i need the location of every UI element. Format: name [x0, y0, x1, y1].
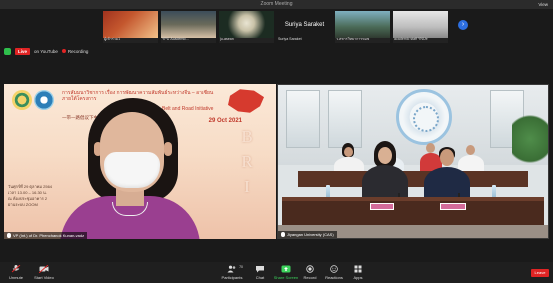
participants-icon: [227, 265, 236, 273]
partner-logo-icon: [34, 90, 54, 110]
video-off-icon: [39, 265, 49, 273]
apps-icon: [354, 265, 362, 273]
person-body: [362, 165, 408, 199]
recording-label: Recording: [67, 48, 89, 54]
record-icon: [306, 265, 314, 273]
participant-video[interactable]: Jiyangan University (CAS): [277, 84, 549, 239]
unmute-button[interactable]: Unmute: [2, 265, 30, 280]
speaker-ear: [164, 142, 172, 156]
thumbnail-image: [393, 11, 448, 38]
reactions-label: Reactions: [325, 275, 343, 280]
record-label: Record: [303, 275, 317, 280]
belt-road-label: Belt and Road Initiative: [162, 106, 214, 112]
start-video-label: Start Video: [34, 275, 54, 280]
unmute-label: Unmute: [8, 275, 23, 280]
nameplate: [370, 203, 394, 210]
thumbnail-image: [335, 11, 390, 38]
participants-label: Participants: [221, 275, 243, 280]
thumbnail-name: ju-asean: [220, 37, 234, 41]
thumbnail-image: [219, 11, 274, 38]
person-body: [424, 167, 470, 199]
participant-name: Jiyangan University (CAS): [287, 232, 334, 237]
view-button[interactable]: View: [538, 2, 548, 7]
thumbnail-image: [161, 11, 216, 38]
room-plant: [512, 115, 548, 175]
room-window: [286, 90, 320, 148]
reactions-icon: [330, 265, 338, 273]
gallery-strip: ผู้เข้าร่วม1 YPU Academic... ju-asean Su…: [102, 10, 454, 44]
wall-logo-icon: [396, 89, 452, 145]
participants-button[interactable]: 70 Participants: [218, 265, 246, 280]
window-title: Zoom Meeting: [260, 1, 293, 7]
thumbnail-name: YPU Academic...: [162, 37, 189, 41]
chat-label: Chat: [255, 275, 265, 280]
bri-letter: R: [241, 152, 253, 171]
mic-icon: [7, 233, 11, 238]
room-window: [328, 90, 362, 148]
participant-thumbnail[interactable]: ว.สชารวิทยาการขอข: [334, 10, 391, 44]
thumbnail-name: Suriya Saraket: [278, 37, 302, 41]
leave-button[interactable]: Leave: [531, 269, 549, 277]
window-titlebar: Zoom Meeting View: [0, 0, 553, 9]
live-badge[interactable]: Live: [15, 47, 31, 55]
encryption-shield-icon[interactable]: [4, 47, 11, 55]
participant-name-tag: Jiyangan University (CAS): [278, 231, 337, 238]
gallery-next-button[interactable]: ›: [458, 20, 468, 30]
person-head: [344, 147, 353, 157]
thumbnail-name-display: Suriya Saraket: [277, 11, 332, 38]
thumbnail-name: ว.สชารวิทยาการขอข: [336, 37, 370, 41]
thumbnail-name: ผู้เข้าร่วม1: [104, 37, 121, 41]
bri-letter: I: [244, 177, 250, 196]
chat-icon: [256, 266, 264, 273]
participant-thumbnail[interactable]: Suriya Saraket Suriya Saraket: [276, 10, 333, 44]
live-target-label: on YouTube: [34, 48, 58, 54]
person-head: [466, 145, 475, 155]
participant-thumbnail[interactable]: YPU Academic...: [160, 10, 217, 44]
recording-dot-icon: [61, 48, 66, 53]
face-mask: [104, 152, 160, 188]
participant-thumbnail[interactable]: academic staff YNUe: [392, 10, 449, 44]
participant-thumbnail[interactable]: ju-asean: [218, 10, 275, 44]
university-logo-icon: [12, 90, 32, 110]
start-video-button[interactable]: Start Video: [30, 265, 58, 280]
thumbnail-name: academic staff YNUe: [394, 37, 428, 41]
meeting-toolbar: Unmute Start Video 70 Participants Chat …: [0, 262, 553, 283]
meeting-status-bar: Live on YouTube Recording: [4, 46, 88, 56]
chat-button[interactable]: Chat: [246, 265, 274, 280]
apps-button[interactable]: Apps: [344, 265, 372, 280]
front-table: [282, 201, 544, 227]
participants-count: 70: [239, 265, 243, 269]
banner-event-info: วันศุกร์ที่ 29 ตุลาคม 2564 เวลา 13.00 – …: [8, 184, 52, 208]
bri-letters: B R I: [240, 124, 254, 199]
banner-title: การสัมมนาวิชาการ เรื่อง การพัฒนาความสัมพ…: [62, 90, 242, 102]
banner-title-line2: ภายใต้โครงการ: [62, 96, 97, 102]
person-head: [426, 143, 435, 153]
speaker-name-tag: VP (Int.) of Dr. Phenchanok Kunan-vadz: [4, 232, 88, 239]
share-screen-icon: [281, 265, 291, 273]
person-head: [440, 149, 454, 166]
event-platform-line: ผ่านระบบ ZOOM: [8, 202, 38, 207]
participant-thumbnail[interactable]: ผู้เข้าร่วม1: [102, 10, 159, 44]
nameplate: [440, 203, 466, 210]
recording-indicator[interactable]: Recording: [61, 48, 89, 54]
active-speaker-video[interactable]: การสัมมนาวิชาการ เรื่อง การพัฒนาความสัมพ…: [4, 84, 276, 239]
share-screen-label: Share Screen: [273, 275, 299, 280]
mic-muted-icon: [11, 265, 21, 273]
mic-icon: [281, 232, 285, 237]
banner-date: 29 Oct 2021: [208, 118, 242, 124]
thumbnail-image: [103, 11, 158, 38]
person-head: [378, 147, 392, 164]
speaker-name: VP (Int.) of Dr. Phenchanok Kunan-vadz: [13, 233, 85, 238]
apps-label: Apps: [353, 275, 363, 280]
bri-letter: B: [241, 127, 253, 146]
